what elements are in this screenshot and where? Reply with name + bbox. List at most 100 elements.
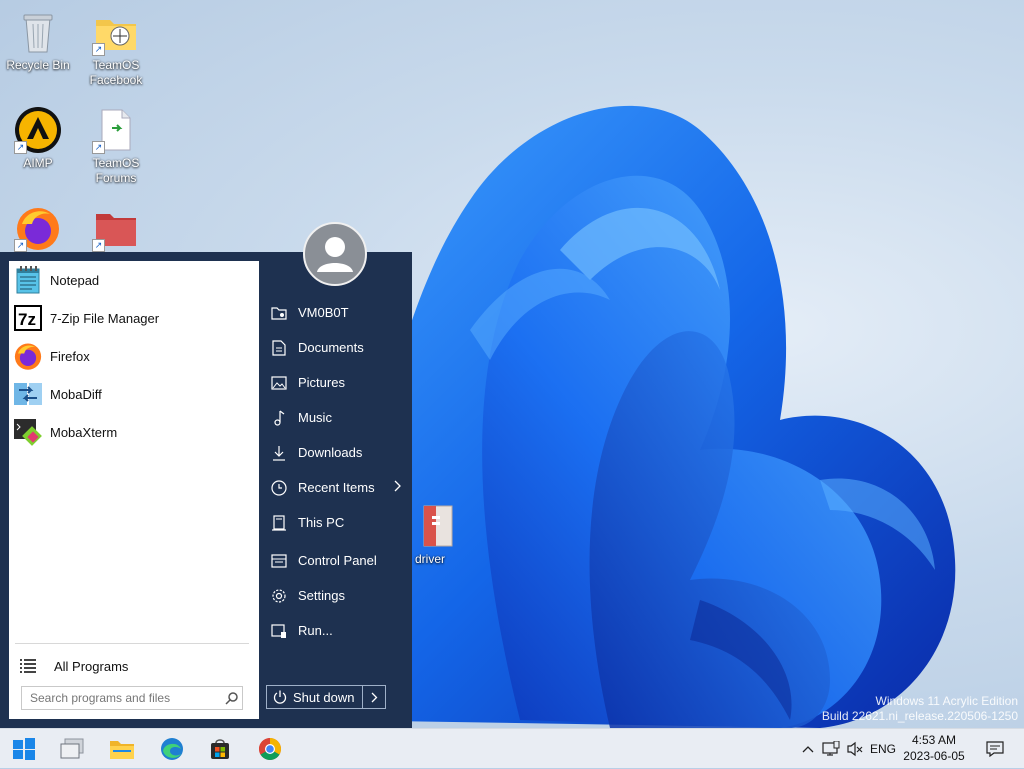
notification-icon [986, 741, 1004, 757]
document-shortcut-icon: ↗ [92, 106, 140, 154]
separator [15, 643, 249, 644]
volume-button[interactable] [844, 729, 866, 769]
chevron-up-icon [802, 746, 814, 753]
program-label: Notepad [50, 272, 100, 288]
recycle-bin-icon [14, 8, 62, 56]
desktop-icon-label: AIMP [23, 156, 53, 170]
show-hidden-icons-button[interactable] [798, 729, 818, 769]
task-view-button[interactable] [54, 733, 90, 765]
desktop-icon-label: Recycle Bin [6, 58, 70, 72]
desktop[interactable]: Recycle Bin ↗ TeamOS Facebook ↗ AIMP ↗ T… [0, 0, 1024, 728]
clock-icon [270, 479, 288, 497]
all-programs-button[interactable]: All Programs [9, 649, 259, 683]
places-label: Control Panel [298, 553, 377, 568]
places-label: Pictures [298, 375, 345, 390]
store-button[interactable] [202, 733, 238, 765]
speaker-muted-icon [847, 741, 863, 757]
mobadiff-icon [12, 378, 44, 410]
shutdown-options-button[interactable] [363, 686, 385, 708]
document-icon [270, 339, 288, 357]
desktop-icon-firefox[interactable]: ↗ [0, 204, 76, 254]
aimp-icon: ↗ [14, 106, 62, 154]
download-icon [270, 444, 288, 462]
places-label: Settings [298, 588, 345, 603]
desktop-icon-label: TeamOS Facebook [89, 58, 143, 87]
chrome-button[interactable] [252, 733, 288, 765]
desktop-icon-teamos-forums[interactable]: ↗ TeamOS Forums [78, 106, 154, 186]
desktop-icon-folder[interactable]: ↗ [78, 204, 154, 254]
shortcut-arrow-icon: ↗ [14, 141, 27, 154]
gear-icon [270, 587, 288, 605]
network-button[interactable] [820, 729, 842, 769]
places-label: Documents [298, 340, 364, 355]
clock[interactable]: 4:53 AM 2023-06-05 [898, 732, 970, 764]
all-programs-label: All Programs [54, 658, 129, 674]
computer-icon [270, 514, 288, 532]
firefox-icon: ↗ [14, 204, 62, 252]
control-panel-icon [270, 552, 288, 570]
places-item-user-folder[interactable]: VM0B0T [259, 295, 412, 330]
firefox-icon [12, 340, 44, 372]
list-icon [12, 650, 44, 682]
file-explorer-button[interactable] [104, 733, 140, 765]
store-icon [211, 739, 229, 759]
places-label: This PC [298, 515, 345, 530]
places-item-control-panel[interactable]: Control Panel [259, 543, 412, 578]
user-avatar[interactable] [303, 222, 367, 286]
places-label: Downloads [298, 445, 363, 460]
notifications-button[interactable] [980, 729, 1010, 769]
system-tray: ENG 4:53 AM 2023-06-05 [794, 729, 1024, 769]
shutdown-button[interactable]: Shut down [267, 686, 364, 708]
program-item-mobadiff[interactable]: MobaDiff [9, 375, 259, 413]
svg-text:7z: 7z [18, 310, 36, 329]
search-programs-box[interactable] [21, 686, 243, 710]
shortcut-arrow-icon: ↗ [92, 239, 105, 252]
shortcut-arrow-icon: ↗ [14, 239, 27, 252]
places-item-settings[interactable]: Settings [259, 578, 412, 613]
search-icon[interactable] [220, 691, 242, 705]
places-label: Run... [298, 623, 333, 638]
program-label: 7-Zip File Manager [50, 310, 160, 326]
edge-icon [161, 738, 183, 760]
taskbar: ENG 4:53 AM 2023-06-05 [0, 728, 1024, 768]
network-icon [822, 741, 840, 756]
places-item-this-pc[interactable]: This PC [259, 505, 412, 540]
7zip-icon: 7z [12, 302, 44, 334]
places-item-downloads[interactable]: Downloads [259, 435, 412, 470]
search-input[interactable] [22, 691, 220, 705]
desktop-icon-teamos-facebook[interactable]: ↗ TeamOS Facebook [78, 8, 154, 88]
chevron-right-icon [371, 692, 378, 702]
start-button[interactable] [6, 733, 42, 765]
pinned-programs-list: Notepad 7z 7-Zip File Manager Firefox Mo… [9, 261, 259, 451]
places-item-run[interactable]: Run... [259, 613, 412, 648]
program-item-firefox[interactable]: Firefox [9, 337, 259, 375]
desktop-icon-aimp[interactable]: ↗ AIMP [0, 106, 76, 171]
program-item-notepad[interactable]: Notepad [9, 261, 259, 299]
shortcut-arrow-icon: ↗ [92, 141, 105, 154]
shutdown-group: Shut down [266, 685, 387, 709]
places-item-pictures[interactable]: Pictures [259, 365, 412, 400]
start-menu-programs-pane: Notepad 7z 7-Zip File Manager Firefox Mo… [9, 261, 259, 719]
language-indicator[interactable]: ENG [868, 729, 898, 769]
program-item-7zip[interactable]: 7z 7-Zip File Manager [9, 299, 259, 337]
run-icon [270, 622, 288, 640]
places-label: VM0B0T [298, 305, 349, 320]
places-item-documents[interactable]: Documents [259, 330, 412, 365]
folder-shortcut-icon: ↗ [92, 8, 140, 56]
program-item-mobaxterm[interactable]: MobaXterm [9, 413, 259, 451]
places-item-music[interactable]: Music [259, 400, 412, 435]
user-icon [317, 237, 353, 272]
mobaxterm-icon [12, 416, 44, 448]
power-icon [273, 690, 287, 704]
desktop-icon-recycle-bin[interactable]: Recycle Bin [0, 8, 76, 73]
chevron-right-icon [394, 480, 402, 495]
places-label: Recent Items [298, 480, 375, 495]
user-folder-icon [270, 304, 288, 322]
shortcut-arrow-icon: ↗ [92, 43, 105, 56]
file-explorer-icon [110, 741, 134, 759]
edge-button[interactable] [154, 733, 190, 765]
program-label: MobaXterm [50, 424, 118, 440]
start-menu-places: VM0B0T Documents Pictures Music Download… [259, 295, 412, 648]
windows-logo-icon [13, 738, 35, 760]
places-item-recent-items[interactable]: Recent Items [259, 470, 412, 505]
